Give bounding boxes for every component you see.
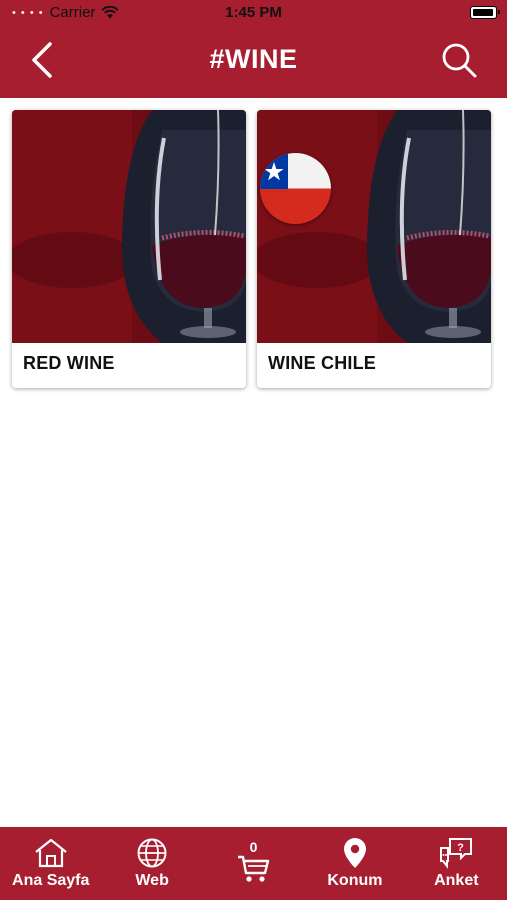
- tab-location[interactable]: Konum: [304, 827, 405, 900]
- battery-icon: [470, 6, 500, 19]
- survey-chat-icon: ?: [440, 838, 473, 869]
- card-label: RED WINE: [23, 353, 115, 373]
- category-card-wine-chile[interactable]: WINE CHILE: [257, 110, 491, 388]
- card-label: WINE CHILE: [268, 353, 376, 373]
- category-card-red-wine[interactable]: RED WINE: [12, 110, 246, 388]
- nav-bar: #WINE: [0, 26, 507, 98]
- page-title: #WINE: [209, 44, 298, 74]
- tab-label: Web: [135, 872, 169, 889]
- tab-label: Ana Sayfa: [12, 872, 90, 889]
- search-icon[interactable]: [439, 40, 479, 80]
- location-pin-icon: [343, 838, 366, 868]
- chile-flag-icon: [260, 153, 331, 224]
- globe-icon: [137, 838, 167, 868]
- tab-label: Anket: [434, 872, 479, 889]
- status-time: 1:45 PM: [225, 4, 282, 21]
- svg-text:?: ?: [457, 842, 464, 854]
- home-icon: [35, 838, 67, 868]
- wine-glass-image: [12, 110, 246, 343]
- category-grid: RED WINE WINE CHILE: [12, 110, 496, 388]
- tab-home[interactable]: Ana Sayfa: [0, 827, 101, 900]
- bottom-tab-bar: Ana Sayfa Web 0 Konum ? Anket: [0, 827, 507, 900]
- cart-icon: [237, 855, 269, 882]
- tab-cart[interactable]: 0: [203, 827, 304, 900]
- header-bar: • • • • Carrier 1:45 PM #WINE: [0, 0, 507, 98]
- tab-label: Konum: [327, 872, 383, 889]
- status-bar: • • • • Carrier 1:45 PM: [0, 0, 507, 26]
- wine-glass-image: [257, 110, 491, 343]
- tab-web[interactable]: Web: [101, 827, 202, 900]
- tab-survey[interactable]: ? Anket: [406, 827, 507, 900]
